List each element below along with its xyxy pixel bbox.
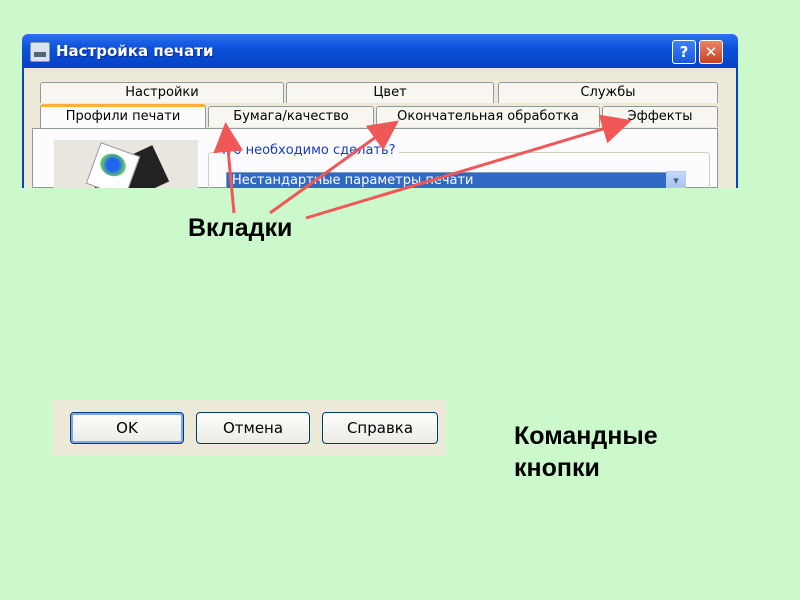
- help-button[interactable]: Справка: [322, 412, 438, 444]
- printer-icon: [30, 42, 50, 62]
- tab-tsvet[interactable]: Цвет: [286, 82, 494, 103]
- title-bar[interactable]: Настройка печати ? ✕: [22, 34, 738, 68]
- tab-nastroyki[interactable]: Настройки: [40, 82, 284, 103]
- profile-select-value: Нестандартные параметры печати: [232, 173, 474, 188]
- help-icon[interactable]: ?: [672, 40, 696, 64]
- tab-effects[interactable]: Эффекты: [602, 106, 718, 127]
- background: [0, 188, 800, 600]
- chevron-down-icon[interactable]: ▾: [666, 171, 686, 188]
- close-icon[interactable]: ✕: [699, 40, 723, 64]
- task-group-label: Что необходимо сделать?: [214, 143, 399, 158]
- buttons-annotation-line2: кнопки: [514, 454, 600, 482]
- tab-finishing[interactable]: Окончательная обработка: [376, 106, 600, 127]
- dialog-title: Настройка печати: [56, 42, 214, 60]
- tab-profiles[interactable]: Профили печати: [40, 104, 206, 128]
- tab-sluzhby[interactable]: Службы: [498, 82, 718, 103]
- buttons-annotation-line1: Командные: [514, 422, 658, 450]
- cancel-button[interactable]: Отмена: [196, 412, 310, 444]
- tab-paper-quality[interactable]: Бумага/качество: [208, 106, 374, 127]
- ok-button[interactable]: OK: [70, 412, 184, 444]
- printer-preview-image: [54, 140, 198, 188]
- tabs-annotation: Вкладки: [188, 214, 293, 242]
